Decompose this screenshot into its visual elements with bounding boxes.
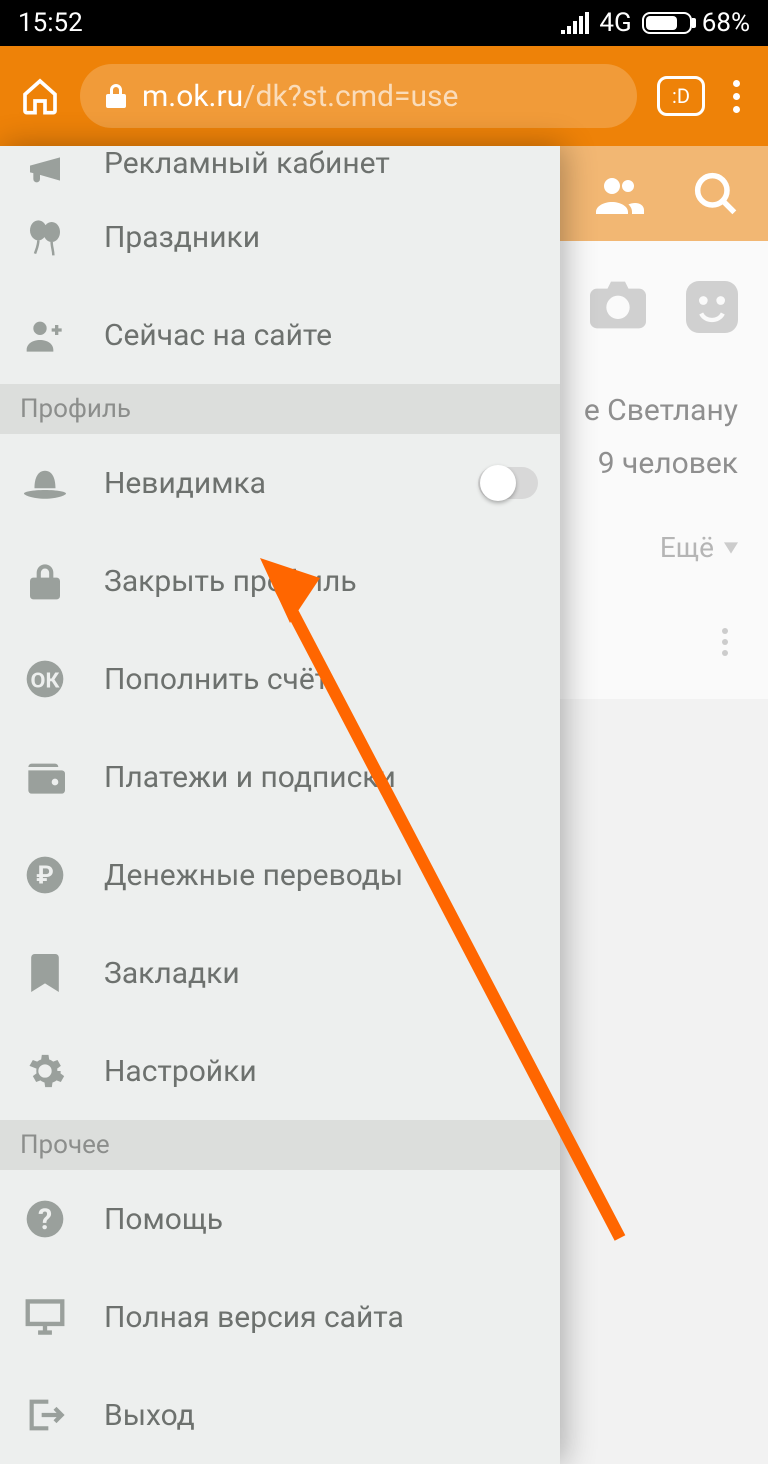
section-profile: Профиль [0, 384, 560, 434]
sidebar-item-transfers[interactable]: ₽ Денежные переводы [0, 826, 560, 924]
desktop-icon [22, 1294, 68, 1340]
status-time: 15:52 [18, 8, 83, 38]
wallet-icon [22, 754, 68, 800]
person-plus-icon [22, 312, 68, 358]
sidebar-item-invisible[interactable]: Невидимка [0, 434, 560, 532]
home-icon[interactable] [20, 76, 60, 116]
sidebar-item-holidays[interactable]: Праздники [0, 188, 560, 286]
post-menu-icon[interactable] [722, 628, 728, 656]
svg-text:?: ? [38, 1203, 52, 1236]
sidebar-item-help[interactable]: ? Помощь [0, 1170, 560, 1268]
svg-text:₽: ₽ [36, 861, 54, 890]
url-text: m.ok.ru/dk?st.cmd=use [142, 79, 458, 114]
invisible-toggle[interactable] [478, 467, 538, 499]
sidebar-item-ads[interactable]: Рекламный кабинет [0, 146, 560, 188]
sidebar-item-bookmarks[interactable]: Закладки [0, 924, 560, 1022]
sidebar-item-close-profile[interactable]: Закрыть профиль [0, 532, 560, 630]
money-icon: ОК [22, 656, 68, 702]
browser-bar: m.ok.ru/dk?st.cmd=use :D [0, 46, 768, 146]
friends-icon[interactable] [596, 174, 644, 214]
battery-pct: 68% [702, 8, 750, 38]
section-other: Прочее [0, 1120, 560, 1170]
tabs-button[interactable]: :D [657, 76, 705, 116]
chevron-down-icon [724, 542, 738, 554]
battery-icon [642, 12, 692, 34]
sidebar-item-payments[interactable]: Платежи и подписки [0, 728, 560, 826]
status-right: 4G 68% [561, 8, 750, 38]
signal-icon [561, 12, 589, 34]
hat-icon [22, 460, 68, 506]
balloons-icon [22, 214, 68, 260]
bookmark-icon [22, 950, 68, 996]
sidebar-item-now-online[interactable]: Сейчас на сайте [0, 286, 560, 384]
search-icon[interactable] [694, 172, 738, 216]
ruble-icon: ₽ [22, 852, 68, 898]
lock-icon [104, 82, 128, 110]
browser-menu-icon[interactable] [725, 80, 748, 113]
lock-icon [22, 558, 68, 604]
gear-icon [22, 1048, 68, 1094]
help-icon: ? [22, 1196, 68, 1242]
sidebar-item-settings[interactable]: Настройки [0, 1022, 560, 1120]
sidebar-item-topup[interactable]: ОК Пополнить счёт [0, 630, 560, 728]
network-label: 4G [599, 8, 631, 38]
exit-icon [22, 1392, 68, 1438]
status-bar: 15:52 4G 68% [0, 0, 768, 46]
sticker-icon[interactable] [686, 281, 738, 333]
megaphone-icon [22, 146, 68, 188]
drawer: Рекламный кабинет Праздники Сейчас на са… [0, 146, 560, 1464]
sidebar-item-exit[interactable]: Выход [0, 1366, 560, 1464]
svg-text:ОК: ОК [31, 668, 61, 693]
camera-icon[interactable] [590, 281, 646, 329]
sidebar-item-desktop[interactable]: Полная версия сайта [0, 1268, 560, 1366]
url-box[interactable]: m.ok.ru/dk?st.cmd=use [80, 64, 637, 128]
